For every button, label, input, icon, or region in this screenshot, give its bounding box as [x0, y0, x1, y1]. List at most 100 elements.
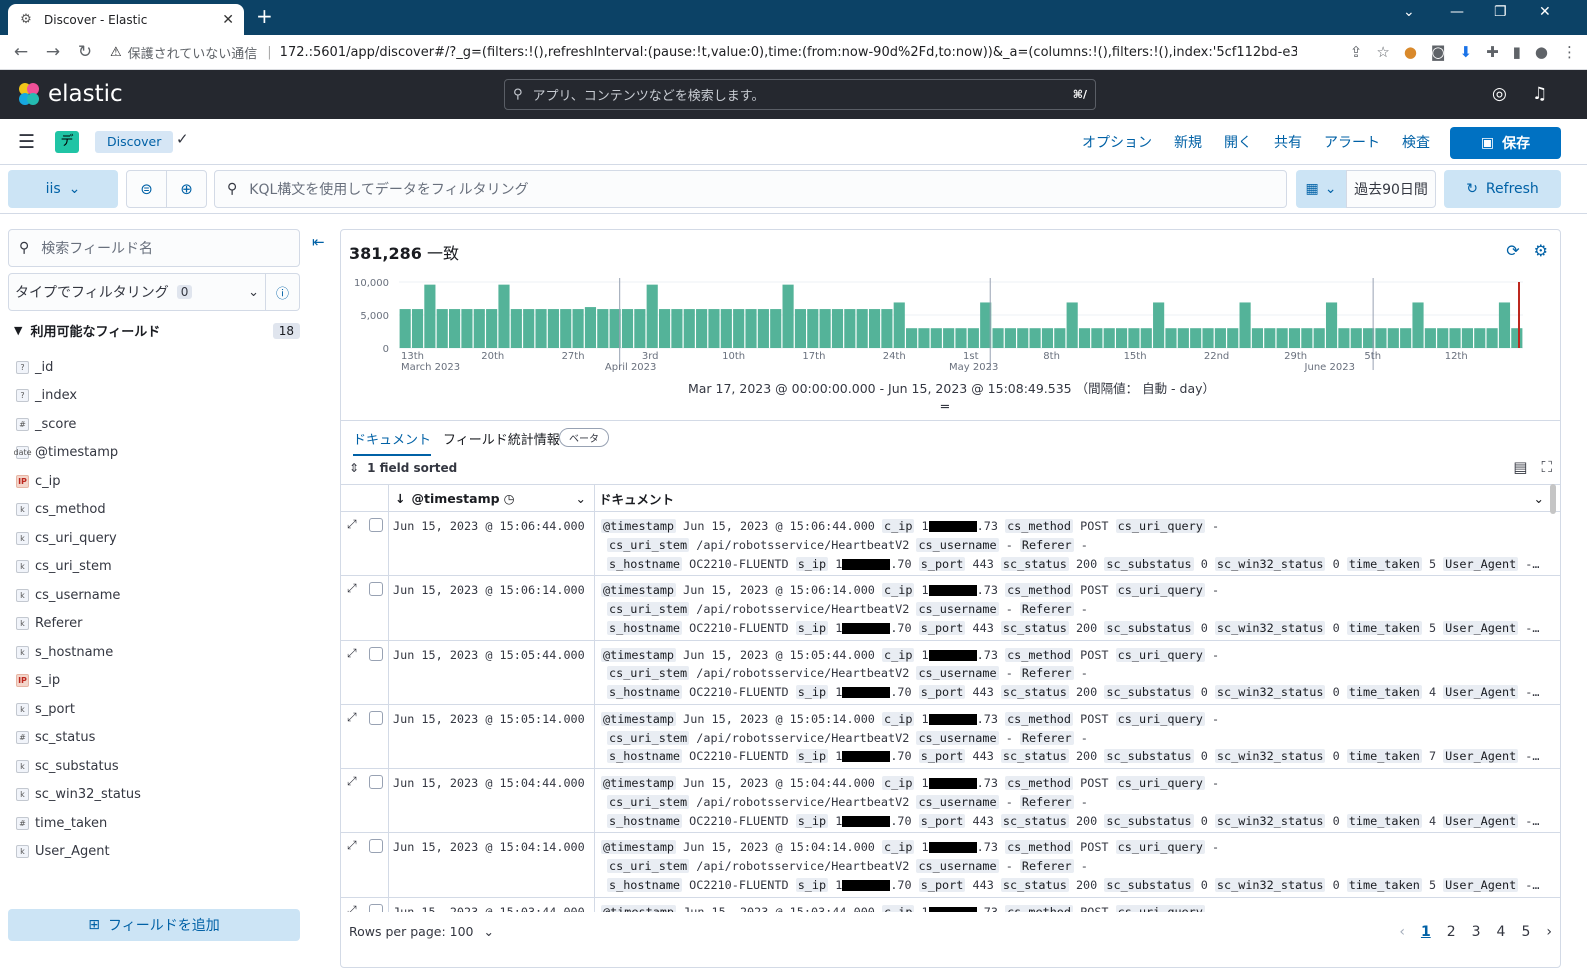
- new-tab-icon[interactable]: +: [256, 6, 273, 26]
- row-checkbox[interactable]: [369, 710, 383, 725]
- profile-icon[interactable]: ●: [1535, 43, 1548, 61]
- reset-search-icon[interactable]: ⟳: [1506, 241, 1519, 260]
- rows-per-page-select[interactable]: Rows per page: 100 ⌄: [349, 924, 494, 939]
- page-link[interactable]: 5: [1521, 924, 1530, 940]
- menu-icon[interactable]: ☰: [18, 131, 35, 153]
- available-fields-header[interactable]: ▼ 利用可能なフィールド 18: [14, 321, 300, 340]
- row-checkbox[interactable]: [369, 775, 383, 790]
- fullscreen-icon[interactable]: ⛶: [1541, 458, 1552, 476]
- page-link[interactable]: 3: [1472, 924, 1481, 940]
- field-item[interactable]: # _score: [16, 410, 296, 439]
- menu-alerts[interactable]: アラート: [1324, 132, 1380, 152]
- save-button[interactable]: ▣ 保存: [1450, 127, 1561, 159]
- table-row[interactable]: ⤢ Jun 15, 2023 @ 15:04:44.000 @timestamp J…: [341, 769, 1560, 834]
- menu-open[interactable]: 開く: [1224, 132, 1252, 152]
- collapse-sidebar-icon[interactable]: ⇤: [312, 233, 325, 251]
- page-link[interactable]: 1: [1421, 924, 1431, 940]
- menu-dots-icon[interactable]: ⋮: [1562, 43, 1577, 61]
- field-item[interactable]: IP s_ip: [16, 667, 296, 696]
- puzzle-icon[interactable]: ✚: [1486, 43, 1499, 61]
- add-field-button[interactable]: ⊞ フィールドを追加: [8, 909, 300, 941]
- vertical-scrollbar[interactable]: [1550, 484, 1556, 514]
- table-row[interactable]: ⤢ Jun 15, 2023 @ 15:06:14.000 @timestamp J…: [341, 576, 1560, 641]
- menu-options[interactable]: オプション: [1082, 132, 1152, 152]
- row-checkbox[interactable]: [369, 582, 383, 597]
- field-item[interactable]: k Referer: [16, 610, 296, 639]
- tab-field-stats[interactable]: フィールド統計情報: [443, 429, 560, 448]
- news-icon[interactable]: ♫: [1532, 84, 1547, 104]
- minimize-icon[interactable]: —: [1450, 4, 1464, 20]
- row-checkbox[interactable]: [369, 839, 383, 854]
- field-item[interactable]: k sc_win32_status: [16, 781, 296, 810]
- chevron-down-icon[interactable]: ⌄: [1534, 491, 1544, 506]
- field-item[interactable]: k cs_username: [16, 581, 296, 610]
- type-filter-dropdown[interactable]: タイプでフィルタリング 0 ⌄: [8, 273, 266, 311]
- expand-icon[interactable]: ⤢: [347, 581, 357, 596]
- document-column-header[interactable]: ドキュメント ⌄: [595, 485, 1560, 511]
- expand-icon[interactable]: ⤢: [347, 517, 357, 532]
- download-icon[interactable]: ⬇: [1459, 43, 1472, 61]
- kql-search-input[interactable]: ⚲ KQL構文を使用してデータをフィルタリング: [214, 170, 1287, 208]
- field-item[interactable]: # sc_status: [16, 724, 296, 753]
- field-item[interactable]: ? _id: [16, 353, 296, 382]
- chevron-down-icon[interactable]: ⌄: [576, 491, 586, 506]
- menu-share[interactable]: 共有: [1274, 132, 1302, 152]
- table-row[interactable]: ⤢ Jun 15, 2023 @ 15:05:44.000 @timestamp J…: [341, 640, 1560, 705]
- data-view-picker[interactable]: iis ⌄: [8, 170, 118, 208]
- filter-menu-icon[interactable]: ⊜: [127, 171, 167, 207]
- restore-icon[interactable]: ❐: [1494, 4, 1507, 20]
- density-icon[interactable]: ▤: [1513, 458, 1527, 476]
- field-item[interactable]: k User_Agent: [16, 838, 296, 867]
- url-field[interactable]: ⚠ 保護されていない通信 | 172. :5601/app/discover#/…: [110, 37, 1297, 68]
- star-icon[interactable]: ☆: [1376, 43, 1389, 61]
- menu-new[interactable]: 新規: [1174, 132, 1202, 152]
- prev-page-icon[interactable]: ‹: [1399, 924, 1405, 940]
- refresh-button[interactable]: ↻ Refresh: [1444, 170, 1561, 208]
- field-item[interactable]: k sc_substatus: [16, 752, 296, 781]
- field-item[interactable]: k cs_method: [16, 496, 296, 525]
- field-item[interactable]: date @timestamp: [13, 439, 296, 468]
- expand-icon[interactable]: ⤢: [347, 838, 357, 853]
- page-link[interactable]: 2: [1447, 924, 1456, 940]
- expand-icon[interactable]: ⤢: [347, 903, 357, 912]
- add-filter-icon[interactable]: ⊕: [167, 171, 206, 207]
- reload-icon[interactable]: ↻: [70, 42, 100, 62]
- field-item[interactable]: k cs_uri_query: [16, 524, 296, 553]
- field-item[interactable]: # time_taken: [16, 809, 296, 838]
- window-close-icon[interactable]: ✕: [1539, 4, 1551, 20]
- sort-indicator[interactable]: ⇕ 1 field sorted: [349, 461, 465, 475]
- timestamp-column-header[interactable]: ↓ @timestamp ◷ ⌄: [389, 485, 595, 511]
- share-icon[interactable]: ⇪: [1350, 43, 1363, 61]
- field-item[interactable]: k cs_uri_stem: [16, 553, 296, 582]
- row-checkbox[interactable]: [369, 646, 383, 661]
- info-icon[interactable]: ⓘ: [266, 273, 300, 311]
- tab-documents[interactable]: ドキュメント: [353, 429, 432, 456]
- page-link[interactable]: 4: [1497, 924, 1506, 940]
- row-checkbox[interactable]: [369, 903, 383, 912]
- elastic-logo[interactable]: elastic: [16, 81, 123, 107]
- table-row[interactable]: ⤢ Jun 15, 2023 @ 15:05:14.000 @timestamp J…: [341, 704, 1560, 770]
- close-icon[interactable]: ✕: [222, 12, 234, 28]
- date-picker-button[interactable]: ▦ ⌄: [1296, 170, 1346, 208]
- row-checkbox[interactable]: [369, 518, 383, 532]
- date-range-display[interactable]: 過去90日間: [1346, 170, 1436, 208]
- next-page-icon[interactable]: ›: [1546, 924, 1552, 940]
- chart-settings-icon[interactable]: ⚙: [1534, 241, 1548, 260]
- table-row[interactable]: ⤢ Jun 15, 2023 @ 15:03:44.000 @timestamp J…: [341, 897, 1560, 912]
- expand-icon[interactable]: ⤢: [347, 646, 357, 661]
- breadcrumb[interactable]: Discover: [95, 131, 174, 153]
- expand-icon[interactable]: ⤢: [347, 710, 357, 725]
- field-item[interactable]: k s_hostname: [16, 638, 296, 667]
- forward-icon[interactable]: →: [38, 42, 68, 62]
- back-icon[interactable]: ←: [6, 42, 36, 62]
- resize-handle-icon[interactable]: ═: [941, 400, 949, 415]
- space-avatar[interactable]: デ: [55, 131, 79, 153]
- expand-icon[interactable]: ⤢: [347, 774, 357, 789]
- cookie-icon[interactable]: ●: [1404, 43, 1417, 61]
- tab-search-icon[interactable]: ⌄: [1403, 4, 1415, 20]
- field-item[interactable]: k s_port: [16, 695, 296, 724]
- sidepanel-icon[interactable]: ▮: [1513, 43, 1521, 61]
- field-item[interactable]: ? _index: [16, 382, 296, 411]
- table-row[interactable]: ⤢ Jun 15, 2023 @ 15:06:44.000 @timestamp J…: [341, 512, 1560, 577]
- field-item[interactable]: IP c_ip: [16, 467, 296, 496]
